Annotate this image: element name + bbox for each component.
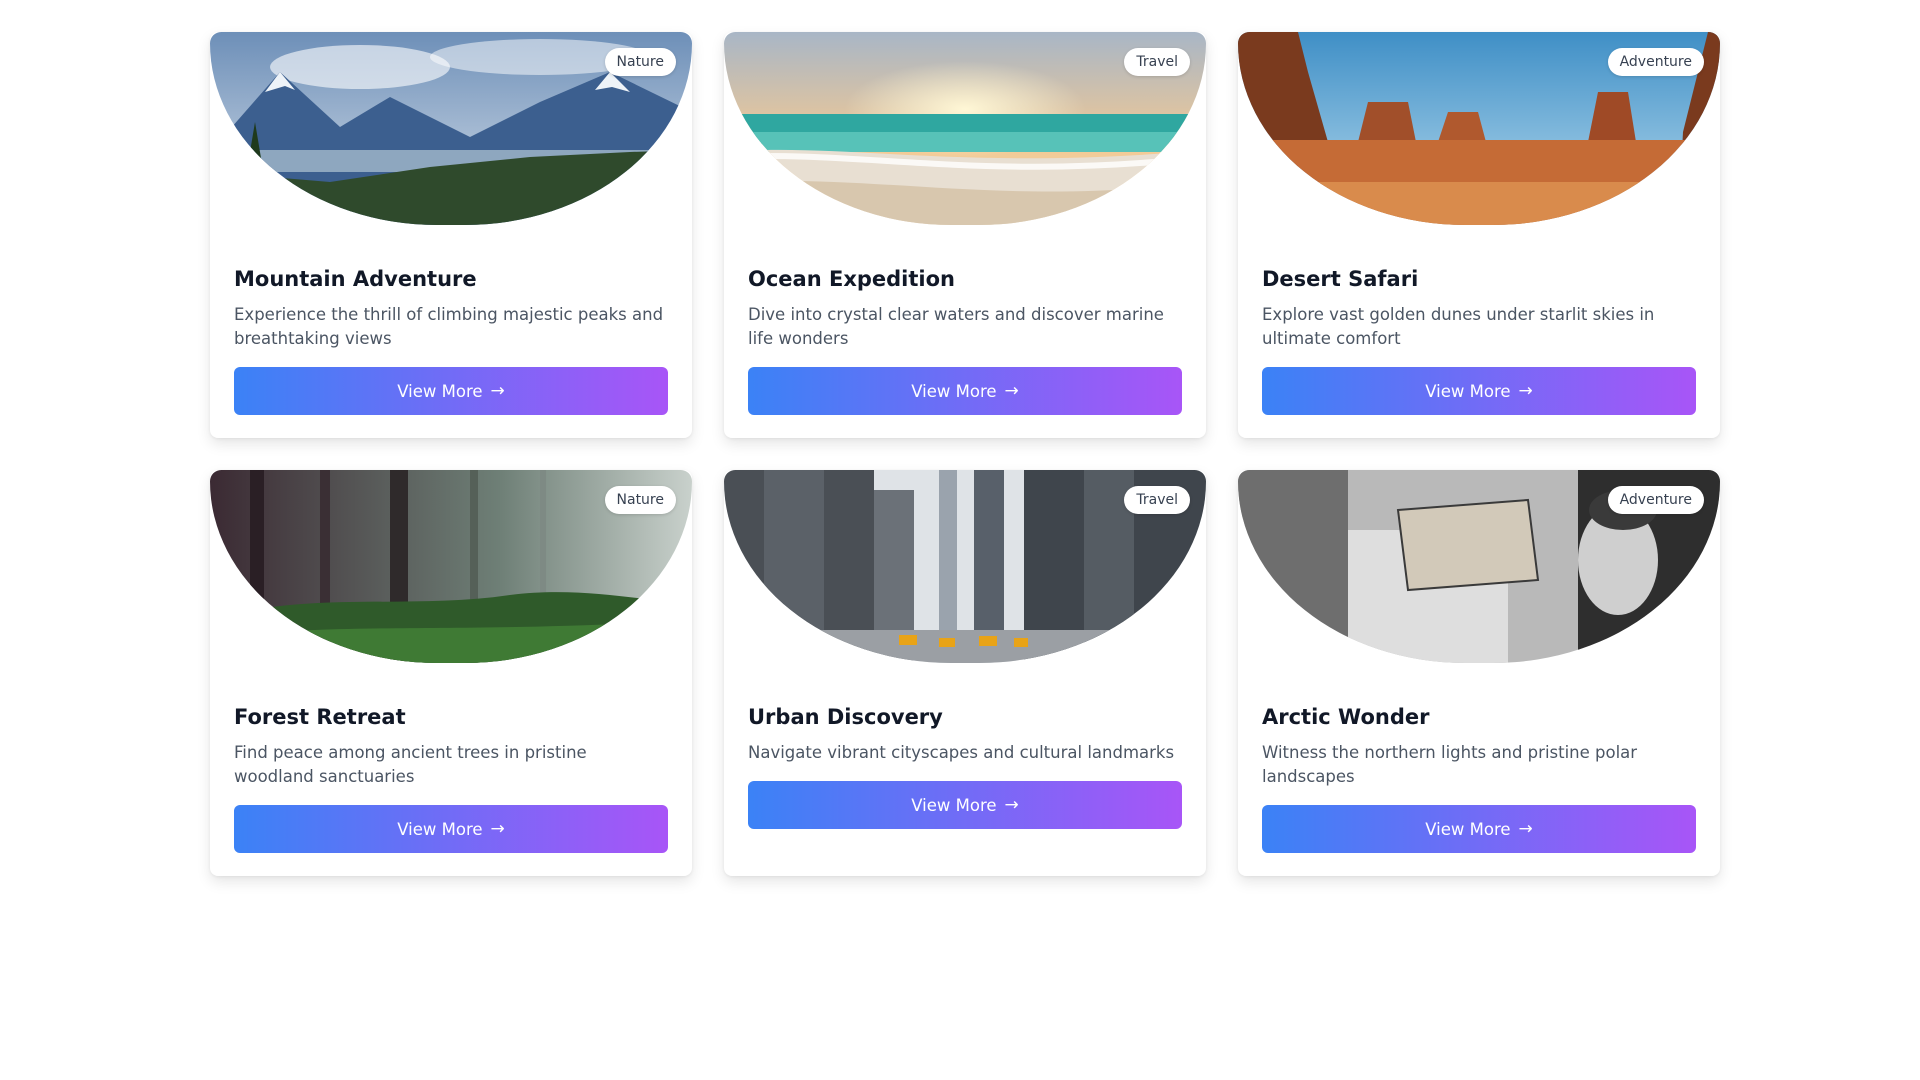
- view-more-button[interactable]: View More →: [234, 367, 668, 415]
- card-description: Navigate vibrant cityscapes and cultural…: [748, 743, 1175, 762]
- arrow-right-icon: →: [490, 381, 505, 401]
- view-more-button[interactable]: View More →: [1262, 805, 1696, 853]
- card-title: Ocean Expedition: [748, 267, 955, 291]
- category-badge: Adventure: [1607, 486, 1704, 514]
- card-ocean-expedition: Travel Ocean Expedition Dive into crysta…: [724, 32, 1206, 438]
- category-badge: Adventure: [1607, 48, 1704, 76]
- arrow-right-icon: →: [490, 819, 505, 839]
- view-more-button[interactable]: View More →: [748, 781, 1182, 829]
- category-badge: Nature: [604, 48, 676, 76]
- arrow-right-icon: →: [1004, 795, 1019, 815]
- card-title: Desert Safari: [1262, 267, 1419, 291]
- card-description: Witness the northern lights and pristine…: [1262, 743, 1638, 786]
- category-badge: Travel: [1124, 486, 1190, 514]
- arrow-right-icon: →: [1518, 381, 1533, 401]
- card-mountain-adventure: Nature Mountain Adventure Experience the…: [210, 32, 692, 438]
- button-label: View More: [1425, 819, 1511, 839]
- card-desert-safari: Adventure Desert Safari Explore vast gol…: [1238, 32, 1720, 438]
- card-image-area: Travel: [724, 32, 1206, 225]
- button-label: View More: [911, 795, 997, 815]
- card-description: Dive into crystal clear waters and disco…: [748, 305, 1164, 348]
- view-more-button[interactable]: View More →: [748, 367, 1182, 415]
- card-image-area: Nature: [210, 470, 692, 663]
- arrow-right-icon: →: [1004, 381, 1019, 401]
- card-title: Arctic Wonder: [1262, 705, 1430, 729]
- category-badge: Nature: [604, 486, 676, 514]
- card-forest-retreat: Nature Forest Retreat Find peace among a…: [210, 470, 692, 876]
- view-more-button[interactable]: View More →: [1262, 367, 1696, 415]
- card-description: Experience the thrill of climbing majest…: [234, 305, 664, 348]
- card-urban-discovery: Travel Urban Discovery Navigate vibrant …: [724, 470, 1206, 876]
- button-label: View More: [397, 819, 483, 839]
- category-badge: Travel: [1124, 48, 1190, 76]
- card-description: Explore vast golden dunes under starlit …: [1262, 305, 1655, 348]
- card-image-area: Adventure: [1238, 32, 1720, 225]
- card-image-area: Travel: [724, 470, 1206, 663]
- card-title: Mountain Adventure: [234, 267, 477, 291]
- card-grid: Nature Mountain Adventure Experience the…: [210, 32, 1720, 876]
- card-description: Find peace among ancient trees in pristi…: [234, 743, 587, 786]
- button-label: View More: [397, 381, 483, 401]
- button-label: View More: [1425, 381, 1511, 401]
- card-arctic-wonder: Adventure Arctic Wonder Witness the nort…: [1238, 470, 1720, 876]
- card-title: Urban Discovery: [748, 705, 943, 729]
- view-more-button[interactable]: View More →: [234, 805, 668, 853]
- arrow-right-icon: →: [1518, 819, 1533, 839]
- card-title: Forest Retreat: [234, 705, 406, 729]
- card-image-area: Adventure: [1238, 470, 1720, 663]
- button-label: View More: [911, 381, 997, 401]
- card-image-area: Nature: [210, 32, 692, 225]
